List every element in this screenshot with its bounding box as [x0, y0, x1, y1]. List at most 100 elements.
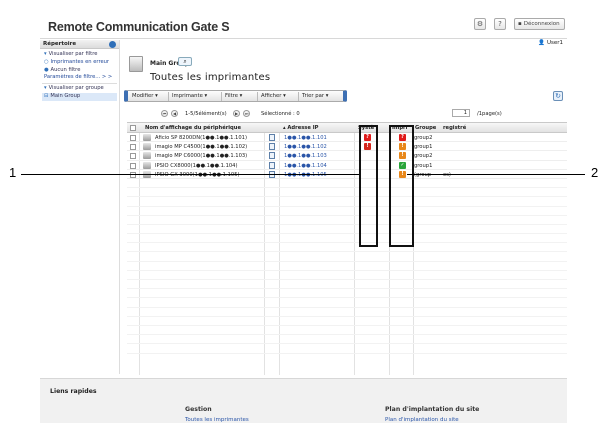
table-row[interactable]: IPSIO CX8000(1●●.1●●.1.104) 1●●.1●●.1.104…: [127, 161, 567, 170]
table-header: Nom d'affichage du périphérique ▴ Adress…: [127, 123, 567, 133]
gear-icon[interactable]: ⚙: [474, 18, 486, 30]
search-icon: ⌕: [183, 58, 187, 65]
table-row[interactable]: imagio MP C6000(1●●.1●●.1.103) 1●●.1●●.1.…: [127, 151, 567, 161]
empty-row: [127, 280, 567, 290]
web-page-icon[interactable]: [269, 152, 275, 160]
expand-icon: ▾: [44, 51, 47, 57]
empty-row: [127, 298, 567, 308]
empty-row: [127, 335, 567, 345]
selected-count: Sélectionné : 0: [261, 111, 300, 117]
footer-link-all-printers[interactable]: Toutes les imprimantes: [185, 417, 249, 423]
col-header-ip[interactable]: ▴ Adresse IP: [283, 123, 318, 133]
empty-row: [127, 308, 567, 317]
group-search-button[interactable]: ⌕: [178, 57, 192, 66]
prev-page-icon[interactable]: ◀: [171, 110, 178, 117]
footer-link-sitemap[interactable]: Plan d'implantation du site: [385, 417, 459, 423]
menu-trier-par[interactable]: Trier par ▾: [302, 92, 328, 101]
web-page-icon[interactable]: [269, 161, 275, 169]
empty-row: [127, 188, 567, 198]
logout-button[interactable]: ▪︎ Déconnexion: [514, 18, 565, 30]
empty-row: [127, 344, 567, 354]
sidebar-item-label: Paramètres de filtre... > >: [44, 74, 113, 81]
app-header: Remote Communication Gate S ⚙ ? ▪︎ Déconn…: [40, 12, 567, 39]
printer-icon: [143, 161, 151, 169]
table-row[interactable]: imagio MP C4500(1●●.1●●.1.102) 1●●.1●●.1.…: [127, 142, 567, 152]
footer-heading-management: Gestion: [185, 406, 212, 413]
refresh-icon[interactable]: ↻: [553, 91, 563, 101]
sidebar-heading-label: Répertoire: [43, 41, 77, 47]
device-name[interactable]: Aficio SP 8200DN(1●●.1●●.1.101): [155, 135, 247, 141]
help-icon[interactable]: ?: [494, 18, 506, 30]
device-name[interactable]: imagio MP C6000(1●●.1●●.1.103): [155, 153, 247, 159]
radio-selected-icon: ●: [44, 66, 49, 73]
empty-row: [127, 262, 567, 271]
table-body: Aficio SP 8200DN(1●●.1●●.1.101) 1●●.1●●.1…: [127, 133, 567, 354]
callout-box-printer: [389, 125, 414, 247]
app-title: Remote Communication Gate S: [48, 20, 230, 34]
col-header-name[interactable]: Nom d'affichage du périphérique: [145, 123, 241, 133]
collapse-icon[interactable]: [109, 41, 116, 48]
col-header-group[interactable]: Groupe: [415, 123, 436, 133]
sidebar-heading: Répertoire: [40, 40, 119, 49]
toolbar-divider: [221, 92, 222, 101]
callout-line-1: [21, 174, 359, 175]
sidebar-item-label: Visualiser par groupe: [48, 85, 104, 92]
empty-row: [127, 197, 567, 207]
sidebar-item-group-view[interactable]: ▾ Visualiser par groupe: [40, 85, 119, 93]
last-page-icon[interactable]: ⏭: [243, 110, 250, 117]
printer-icon: [143, 152, 151, 160]
row-checkbox[interactable]: [130, 135, 136, 141]
menu-imprimante[interactable]: Imprimante ▾: [172, 92, 207, 101]
sidebar-item-label: Main Group: [50, 92, 81, 99]
device-name[interactable]: IPSIO CX8000(1●●.1●●.1.104): [155, 163, 238, 169]
user-link[interactable]: 👤 User1: [538, 40, 563, 46]
tree-toggle-icon: ⊟: [44, 92, 49, 99]
callout-box-system: [359, 125, 378, 247]
sidebar-item-filter-settings[interactable]: Paramètres de filtre... > >: [40, 74, 119, 82]
sidebar-item-filter-view[interactable]: ▾ Visualiser par filtre: [40, 51, 119, 59]
toolbar: Modifier ▾ Imprimante ▾ Filtre ▾ Affiche…: [124, 90, 347, 102]
printer-icon: [143, 134, 151, 141]
empty-row: [127, 326, 567, 336]
toolbar-divider: [257, 92, 258, 101]
device-name[interactable]: imagio MP C4500(1●●.1●●.1.102): [155, 144, 247, 150]
empty-row: [127, 234, 567, 244]
footer: Liens rapides Gestion Toutes les imprima…: [40, 378, 567, 423]
web-page-icon[interactable]: [269, 143, 275, 151]
table-row[interactable]: Aficio SP 8200DN(1●●.1●●.1.101) 1●●.1●●.1…: [127, 133, 567, 143]
toolbar-divider: [168, 92, 169, 101]
group-cell: group1: [414, 162, 433, 169]
first-page-icon[interactable]: ⏮: [161, 110, 168, 117]
row-checkbox[interactable]: [130, 144, 136, 151]
sidebar-item-label: Visualiser par filtre: [48, 51, 98, 57]
select-all-checkbox[interactable]: [130, 125, 136, 131]
sidebar-item-label: Aucun filtre: [50, 66, 81, 73]
web-page-icon[interactable]: [269, 134, 275, 141]
empty-row: [127, 216, 567, 225]
row-checkbox[interactable]: [130, 153, 136, 160]
expand-icon: ▾: [44, 85, 47, 92]
ip-address-link[interactable]: 1●●.1●●.1.104: [284, 163, 327, 169]
row-checkbox[interactable]: [130, 162, 136, 169]
page-count: /1page(s): [477, 111, 502, 117]
menu-filtre[interactable]: Filtre ▾: [225, 92, 242, 101]
next-page-icon[interactable]: ▶: [233, 110, 240, 117]
sidebar-item-error-printers[interactable]: ○ Imprimantes en erreur: [40, 59, 119, 67]
toolbar-divider: [298, 92, 299, 101]
ip-address-link[interactable]: 1●●.1●●.1.101: [284, 135, 327, 141]
pager: ⏮ ◀ 1-5/5élément(s) ▶ ⏭ Sélectionné : 0 …: [121, 108, 567, 119]
ip-address-link[interactable]: 1●●.1●●.1.102: [284, 144, 327, 150]
menu-afficher[interactable]: Afficher ▾: [261, 92, 286, 101]
item-range: 1-5/5élément(s): [185, 111, 227, 117]
empty-row: [127, 289, 567, 299]
page-number-input[interactable]: 1: [452, 109, 470, 117]
sidebar-item-main-group[interactable]: ⊟ Main Group: [42, 92, 117, 101]
empty-row: [127, 225, 567, 235]
ip-address-link[interactable]: 1●●.1●●.1.103: [284, 153, 327, 159]
printer-table: Nom d'affichage du périphérique ▴ Adress…: [127, 122, 567, 375]
menu-modifier[interactable]: Modifier ▾: [132, 92, 158, 101]
col-header-registered[interactable]: registré: [443, 123, 466, 133]
callout-number-1: 1: [9, 165, 17, 180]
sidebar-item-label: Imprimantes en erreur: [50, 58, 110, 65]
logout-label: Déconnexion: [523, 21, 560, 27]
